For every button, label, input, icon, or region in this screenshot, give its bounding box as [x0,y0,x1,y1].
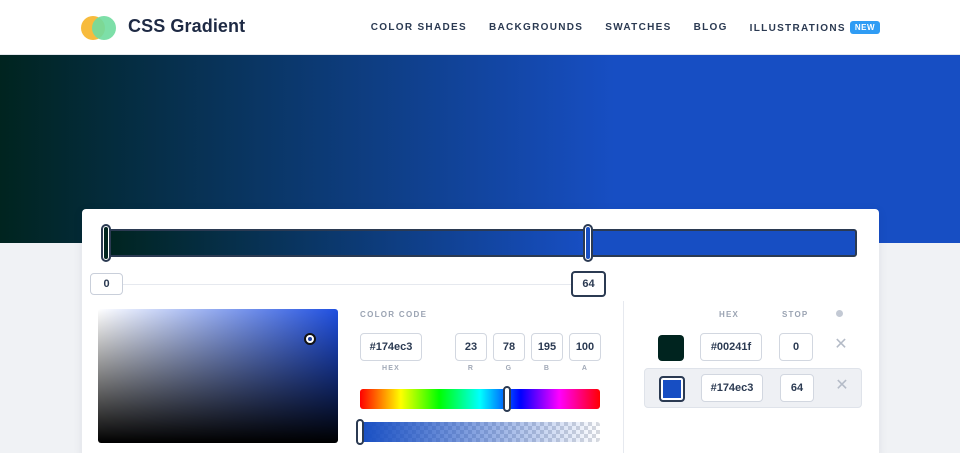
top-nav-bar: CSS Gradient COLOR SHADES BACKGROUNDS SW… [0,0,960,55]
stop-column-header: STOP [782,310,809,319]
hex-column-header: HEX [719,310,740,319]
new-badge: NEW [849,21,880,34]
stop-position-input-1[interactable]: 64 [780,374,814,402]
close-icon[interactable]: ✕ [834,337,848,353]
close-icon[interactable]: ✕ [835,378,849,394]
nav-blog[interactable]: BLOG [694,22,728,33]
nav-backgrounds[interactable]: BACKGROUNDS [489,22,583,33]
stop-position-label-1[interactable]: 64 [571,271,606,297]
nav-color-shades[interactable]: COLOR SHADES [371,22,467,33]
hue-slider-thumb[interactable] [503,386,511,412]
logo-icon[interactable] [81,15,121,41]
alpha-slider-thumb[interactable] [356,419,364,445]
stop-divider [122,284,572,285]
nav-swatches[interactable]: SWATCHES [605,22,671,33]
stop-swatch-0[interactable] [658,335,684,361]
stop-handle-1[interactable] [583,224,593,262]
color-code-title: COLOR CODE [360,310,428,319]
nav-illustrations-label[interactable]: ILLUSTRATIONS [750,23,846,34]
hex-input[interactable]: #174ec3 [360,333,422,361]
stop-hex-input-0[interactable]: #00241f [700,333,762,361]
saturation-value-picker[interactable] [98,309,338,443]
b-input[interactable]: 195 [531,333,563,361]
picker-cursor[interactable] [304,333,316,345]
alpha-slider[interactable] [360,422,600,442]
dot-icon [836,310,843,317]
g-input[interactable]: 78 [493,333,525,361]
r-label: R [467,365,475,372]
hex-label: HEX [382,365,400,372]
hue-slider[interactable] [360,386,600,412]
a-input[interactable]: 100 [569,333,601,361]
stop-handle-0[interactable] [101,224,111,262]
stop-hex-input-1[interactable]: #174ec3 [701,374,763,402]
g-label: G [505,365,513,372]
stop-position-label-0[interactable]: 0 [90,273,123,295]
nav-illustrations[interactable]: ILLUSTRATIONS NEW [750,21,880,34]
stop-row-0[interactable]: #00241f 0 ✕ [644,328,862,368]
a-label: A [581,365,589,372]
b-label: B [543,365,551,372]
brand-name[interactable]: CSS Gradient [128,16,245,37]
stop-position-input-0[interactable]: 0 [779,333,813,361]
stop-swatch-1[interactable] [659,376,685,402]
panel-divider [623,301,624,453]
gradient-editor-card: 0 64 COLOR CODE #174ec3 23 78 195 100 HE… [82,209,879,453]
main-nav: COLOR SHADES BACKGROUNDS SWATCHES BLOG I… [371,21,880,34]
gradient-bar[interactable] [104,229,857,257]
stop-row-1[interactable]: #174ec3 64 ✕ [644,368,862,408]
r-input[interactable]: 23 [455,333,487,361]
